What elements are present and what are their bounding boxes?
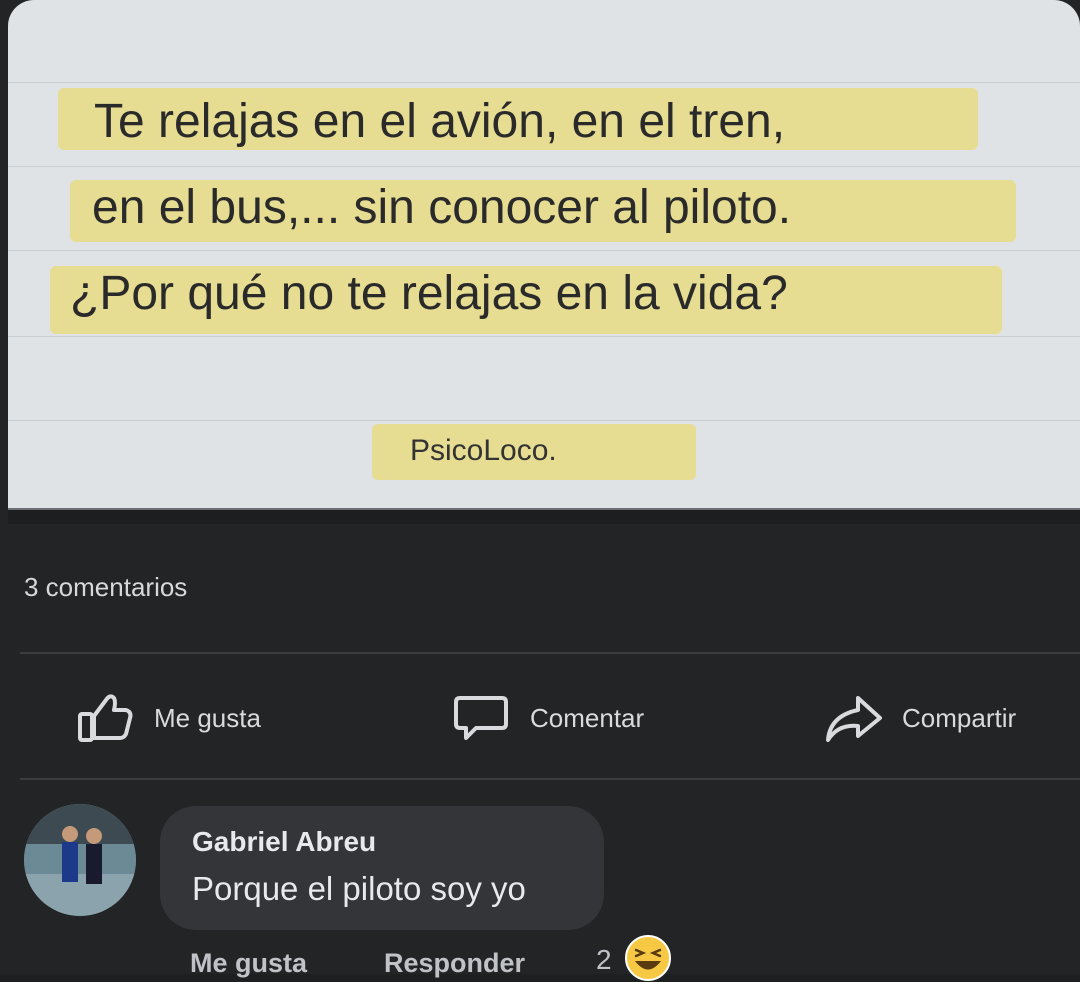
speech-bubble-icon bbox=[454, 696, 508, 740]
comment-like-link[interactable]: Me gusta bbox=[190, 948, 307, 979]
share-button[interactable]: Compartir bbox=[822, 688, 1016, 748]
divider bbox=[20, 778, 1080, 780]
like-button[interactable]: Me gusta bbox=[74, 688, 261, 748]
share-arrow-icon bbox=[826, 696, 882, 742]
comment-author[interactable]: Gabriel Abreu bbox=[192, 826, 376, 858]
thumbs-up-icon bbox=[78, 694, 133, 742]
screenshot-frame: Te relajas en el avión, en el tren, en e… bbox=[0, 0, 1080, 981]
divider bbox=[20, 652, 1080, 654]
comments-count-link[interactable]: 3 comentarios bbox=[24, 572, 187, 603]
notebook-rule bbox=[8, 336, 1080, 337]
quote-signature: PsicoLoco. bbox=[410, 434, 557, 467]
comment-bubble bbox=[160, 806, 604, 930]
comment-button-label: Comentar bbox=[530, 702, 645, 733]
profile-photo bbox=[24, 804, 136, 916]
laughing-face-icon[interactable] bbox=[624, 934, 672, 982]
comment-reply-link[interactable]: Responder bbox=[384, 948, 525, 979]
comment-button[interactable]: Comentar bbox=[450, 688, 644, 748]
notebook-rule bbox=[8, 166, 1080, 167]
notebook-rule bbox=[8, 250, 1080, 251]
reaction-count[interactable]: 2 bbox=[596, 944, 612, 976]
post-image[interactable]: Te relajas en el avión, en el tren, en e… bbox=[8, 0, 1080, 508]
image-bottom-border bbox=[8, 508, 1080, 524]
share-button-label: Compartir bbox=[902, 702, 1017, 733]
quote-line-1: Te relajas en el avión, en el tren, bbox=[94, 95, 786, 148]
avatar[interactable] bbox=[24, 804, 136, 916]
notebook-rule bbox=[8, 420, 1080, 421]
quote-line-2: en el bus,... sin conocer al piloto. bbox=[92, 181, 792, 234]
like-button-label: Me gusta bbox=[154, 702, 261, 733]
notebook-rule bbox=[8, 82, 1080, 83]
quote-line-3: ¿Por qué no te relajas en la vida? bbox=[70, 267, 788, 320]
comment-text: Porque el piloto soy yo bbox=[192, 870, 526, 907]
